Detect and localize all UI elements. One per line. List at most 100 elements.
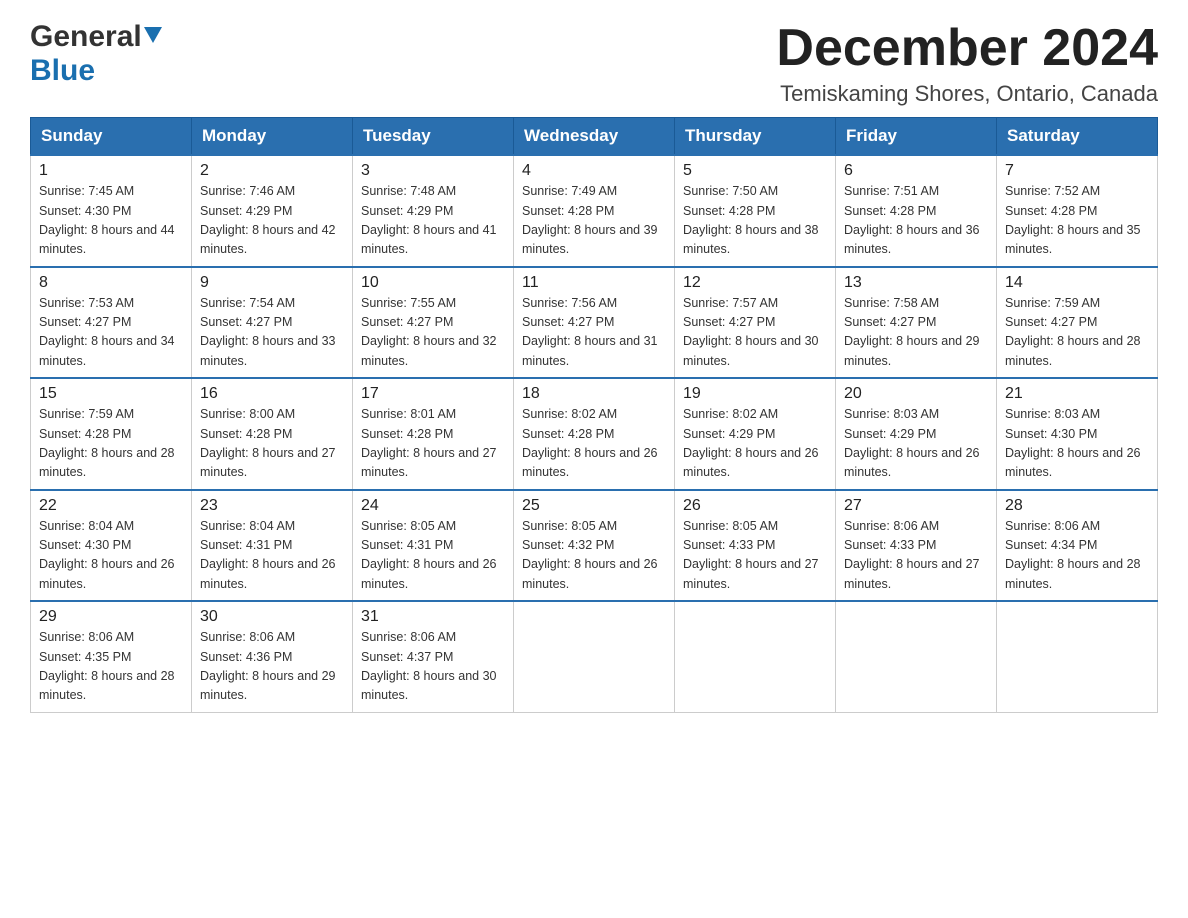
logo-triangle-icon bbox=[144, 27, 162, 48]
day-number: 15 bbox=[39, 385, 183, 403]
calendar-day-empty bbox=[514, 601, 675, 712]
calendar-day-26: 26 Sunrise: 8:05 AMSunset: 4:33 PMDayligh… bbox=[675, 490, 836, 602]
day-info: Sunrise: 8:06 AMSunset: 4:34 PMDaylight:… bbox=[1005, 517, 1149, 595]
calendar-day-22: 22 Sunrise: 8:04 AMSunset: 4:30 PMDayligh… bbox=[31, 490, 192, 602]
day-number: 3 bbox=[361, 162, 505, 180]
day-info: Sunrise: 7:52 AMSunset: 4:28 PMDaylight:… bbox=[1005, 182, 1149, 260]
day-info: Sunrise: 7:59 AMSunset: 4:28 PMDaylight:… bbox=[39, 405, 183, 483]
day-number: 5 bbox=[683, 162, 827, 180]
day-info: Sunrise: 7:45 AMSunset: 4:30 PMDaylight:… bbox=[39, 182, 183, 260]
day-number: 7 bbox=[1005, 162, 1149, 180]
calendar-day-14: 14 Sunrise: 7:59 AMSunset: 4:27 PMDayligh… bbox=[997, 267, 1158, 379]
day-number: 28 bbox=[1005, 497, 1149, 515]
day-info: Sunrise: 8:05 AMSunset: 4:31 PMDaylight:… bbox=[361, 517, 505, 595]
calendar-day-1: 1 Sunrise: 7:45 AMSunset: 4:30 PMDaylight… bbox=[31, 155, 192, 267]
day-number: 2 bbox=[200, 162, 344, 180]
day-info: Sunrise: 8:00 AMSunset: 4:28 PMDaylight:… bbox=[200, 405, 344, 483]
day-number: 31 bbox=[361, 608, 505, 626]
weekday-header-monday: Monday bbox=[192, 118, 353, 156]
day-number: 23 bbox=[200, 497, 344, 515]
day-number: 6 bbox=[844, 162, 988, 180]
day-number: 17 bbox=[361, 385, 505, 403]
day-number: 11 bbox=[522, 274, 666, 292]
weekday-header-thursday: Thursday bbox=[675, 118, 836, 156]
day-number: 14 bbox=[1005, 274, 1149, 292]
calendar-day-4: 4 Sunrise: 7:49 AMSunset: 4:28 PMDaylight… bbox=[514, 155, 675, 267]
calendar-day-16: 16 Sunrise: 8:00 AMSunset: 4:28 PMDayligh… bbox=[192, 378, 353, 490]
day-info: Sunrise: 7:46 AMSunset: 4:29 PMDaylight:… bbox=[200, 182, 344, 260]
calendar-day-31: 31 Sunrise: 8:06 AMSunset: 4:37 PMDayligh… bbox=[353, 601, 514, 712]
day-info: Sunrise: 7:54 AMSunset: 4:27 PMDaylight:… bbox=[200, 294, 344, 372]
calendar-day-17: 17Sunrise: 8:01 AMSunset: 4:28 PMDayligh… bbox=[353, 378, 514, 490]
day-number: 26 bbox=[683, 497, 827, 515]
day-info: Sunrise: 8:06 AMSunset: 4:33 PMDaylight:… bbox=[844, 517, 988, 595]
day-info: Sunrise: 7:59 AMSunset: 4:27 PMDaylight:… bbox=[1005, 294, 1149, 372]
day-number: 13 bbox=[844, 274, 988, 292]
logo-general-text: General bbox=[30, 20, 142, 54]
calendar-day-20: 20Sunrise: 8:03 AMSunset: 4:29 PMDayligh… bbox=[836, 378, 997, 490]
day-number: 27 bbox=[844, 497, 988, 515]
calendar-day-10: 10Sunrise: 7:55 AMSunset: 4:27 PMDayligh… bbox=[353, 267, 514, 379]
calendar-day-13: 13 Sunrise: 7:58 AMSunset: 4:27 PMDayligh… bbox=[836, 267, 997, 379]
calendar-week-row: 29 Sunrise: 8:06 AMSunset: 4:35 PMDayligh… bbox=[31, 601, 1158, 712]
calendar-day-24: 24 Sunrise: 8:05 AMSunset: 4:31 PMDayligh… bbox=[353, 490, 514, 602]
calendar-day-25: 25Sunrise: 8:05 AMSunset: 4:32 PMDayligh… bbox=[514, 490, 675, 602]
day-info: Sunrise: 8:03 AMSunset: 4:29 PMDaylight:… bbox=[844, 405, 988, 483]
calendar-day-6: 6Sunrise: 7:51 AMSunset: 4:28 PMDaylight… bbox=[836, 155, 997, 267]
calendar-day-27: 27 Sunrise: 8:06 AMSunset: 4:33 PMDayligh… bbox=[836, 490, 997, 602]
day-number: 12 bbox=[683, 274, 827, 292]
day-number: 1 bbox=[39, 162, 183, 180]
day-info: Sunrise: 8:04 AMSunset: 4:31 PMDaylight:… bbox=[200, 517, 344, 595]
logo-blue-text: Blue bbox=[30, 54, 95, 87]
day-info: Sunrise: 7:53 AMSunset: 4:27 PMDaylight:… bbox=[39, 294, 183, 372]
day-info: Sunrise: 7:50 AMSunset: 4:28 PMDaylight:… bbox=[683, 182, 827, 260]
calendar-week-row: 15 Sunrise: 7:59 AMSunset: 4:28 PMDayligh… bbox=[31, 378, 1158, 490]
calendar-day-28: 28 Sunrise: 8:06 AMSunset: 4:34 PMDayligh… bbox=[997, 490, 1158, 602]
day-number: 24 bbox=[361, 497, 505, 515]
day-number: 19 bbox=[683, 385, 827, 403]
day-info: Sunrise: 7:58 AMSunset: 4:27 PMDaylight:… bbox=[844, 294, 988, 372]
weekday-header-friday: Friday bbox=[836, 118, 997, 156]
calendar-day-empty bbox=[997, 601, 1158, 712]
calendar-day-empty bbox=[675, 601, 836, 712]
day-info: Sunrise: 8:02 AMSunset: 4:29 PMDaylight:… bbox=[683, 405, 827, 483]
day-number: 8 bbox=[39, 274, 183, 292]
calendar-day-19: 19 Sunrise: 8:02 AMSunset: 4:29 PMDayligh… bbox=[675, 378, 836, 490]
calendar-day-2: 2 Sunrise: 7:46 AMSunset: 4:29 PMDaylight… bbox=[192, 155, 353, 267]
day-number: 30 bbox=[200, 608, 344, 626]
weekday-header-tuesday: Tuesday bbox=[353, 118, 514, 156]
day-info: Sunrise: 8:06 AMSunset: 4:37 PMDaylight:… bbox=[361, 628, 505, 706]
day-info: Sunrise: 8:04 AMSunset: 4:30 PMDaylight:… bbox=[39, 517, 183, 595]
day-info: Sunrise: 8:02 AMSunset: 4:28 PMDaylight:… bbox=[522, 405, 666, 483]
calendar-day-3: 3 Sunrise: 7:48 AMSunset: 4:29 PMDaylight… bbox=[353, 155, 514, 267]
day-info: Sunrise: 8:06 AMSunset: 4:35 PMDaylight:… bbox=[39, 628, 183, 706]
calendar-day-12: 12 Sunrise: 7:57 AMSunset: 4:27 PMDayligh… bbox=[675, 267, 836, 379]
day-info: Sunrise: 7:57 AMSunset: 4:27 PMDaylight:… bbox=[683, 294, 827, 372]
day-number: 4 bbox=[522, 162, 666, 180]
day-number: 18 bbox=[522, 385, 666, 403]
month-title: December 2024 bbox=[776, 20, 1158, 77]
day-info: Sunrise: 7:49 AMSunset: 4:28 PMDaylight:… bbox=[522, 182, 666, 260]
calendar-day-9: 9 Sunrise: 7:54 AMSunset: 4:27 PMDaylight… bbox=[192, 267, 353, 379]
title-area: December 2024 Temiskaming Shores, Ontari… bbox=[776, 20, 1158, 107]
day-info: Sunrise: 7:48 AMSunset: 4:29 PMDaylight:… bbox=[361, 182, 505, 260]
calendar-day-11: 11Sunrise: 7:56 AMSunset: 4:27 PMDayligh… bbox=[514, 267, 675, 379]
calendar-day-8: 8 Sunrise: 7:53 AMSunset: 4:27 PMDaylight… bbox=[31, 267, 192, 379]
logo: General Blue bbox=[30, 20, 162, 88]
day-info: Sunrise: 8:05 AMSunset: 4:33 PMDaylight:… bbox=[683, 517, 827, 595]
calendar-day-21: 21Sunrise: 8:03 AMSunset: 4:30 PMDayligh… bbox=[997, 378, 1158, 490]
day-info: Sunrise: 8:06 AMSunset: 4:36 PMDaylight:… bbox=[200, 628, 344, 706]
calendar-week-row: 8 Sunrise: 7:53 AMSunset: 4:27 PMDaylight… bbox=[31, 267, 1158, 379]
calendar-day-18: 18 Sunrise: 8:02 AMSunset: 4:28 PMDayligh… bbox=[514, 378, 675, 490]
weekday-header-saturday: Saturday bbox=[997, 118, 1158, 156]
calendar-week-row: 1 Sunrise: 7:45 AMSunset: 4:30 PMDaylight… bbox=[31, 155, 1158, 267]
day-number: 22 bbox=[39, 497, 183, 515]
day-number: 16 bbox=[200, 385, 344, 403]
calendar-day-30: 30 Sunrise: 8:06 AMSunset: 4:36 PMDayligh… bbox=[192, 601, 353, 712]
day-number: 29 bbox=[39, 608, 183, 626]
calendar-day-23: 23 Sunrise: 8:04 AMSunset: 4:31 PMDayligh… bbox=[192, 490, 353, 602]
location-subtitle: Temiskaming Shores, Ontario, Canada bbox=[776, 81, 1158, 107]
calendar-day-5: 5 Sunrise: 7:50 AMSunset: 4:28 PMDaylight… bbox=[675, 155, 836, 267]
day-number: 9 bbox=[200, 274, 344, 292]
day-info: Sunrise: 8:03 AMSunset: 4:30 PMDaylight:… bbox=[1005, 405, 1149, 483]
